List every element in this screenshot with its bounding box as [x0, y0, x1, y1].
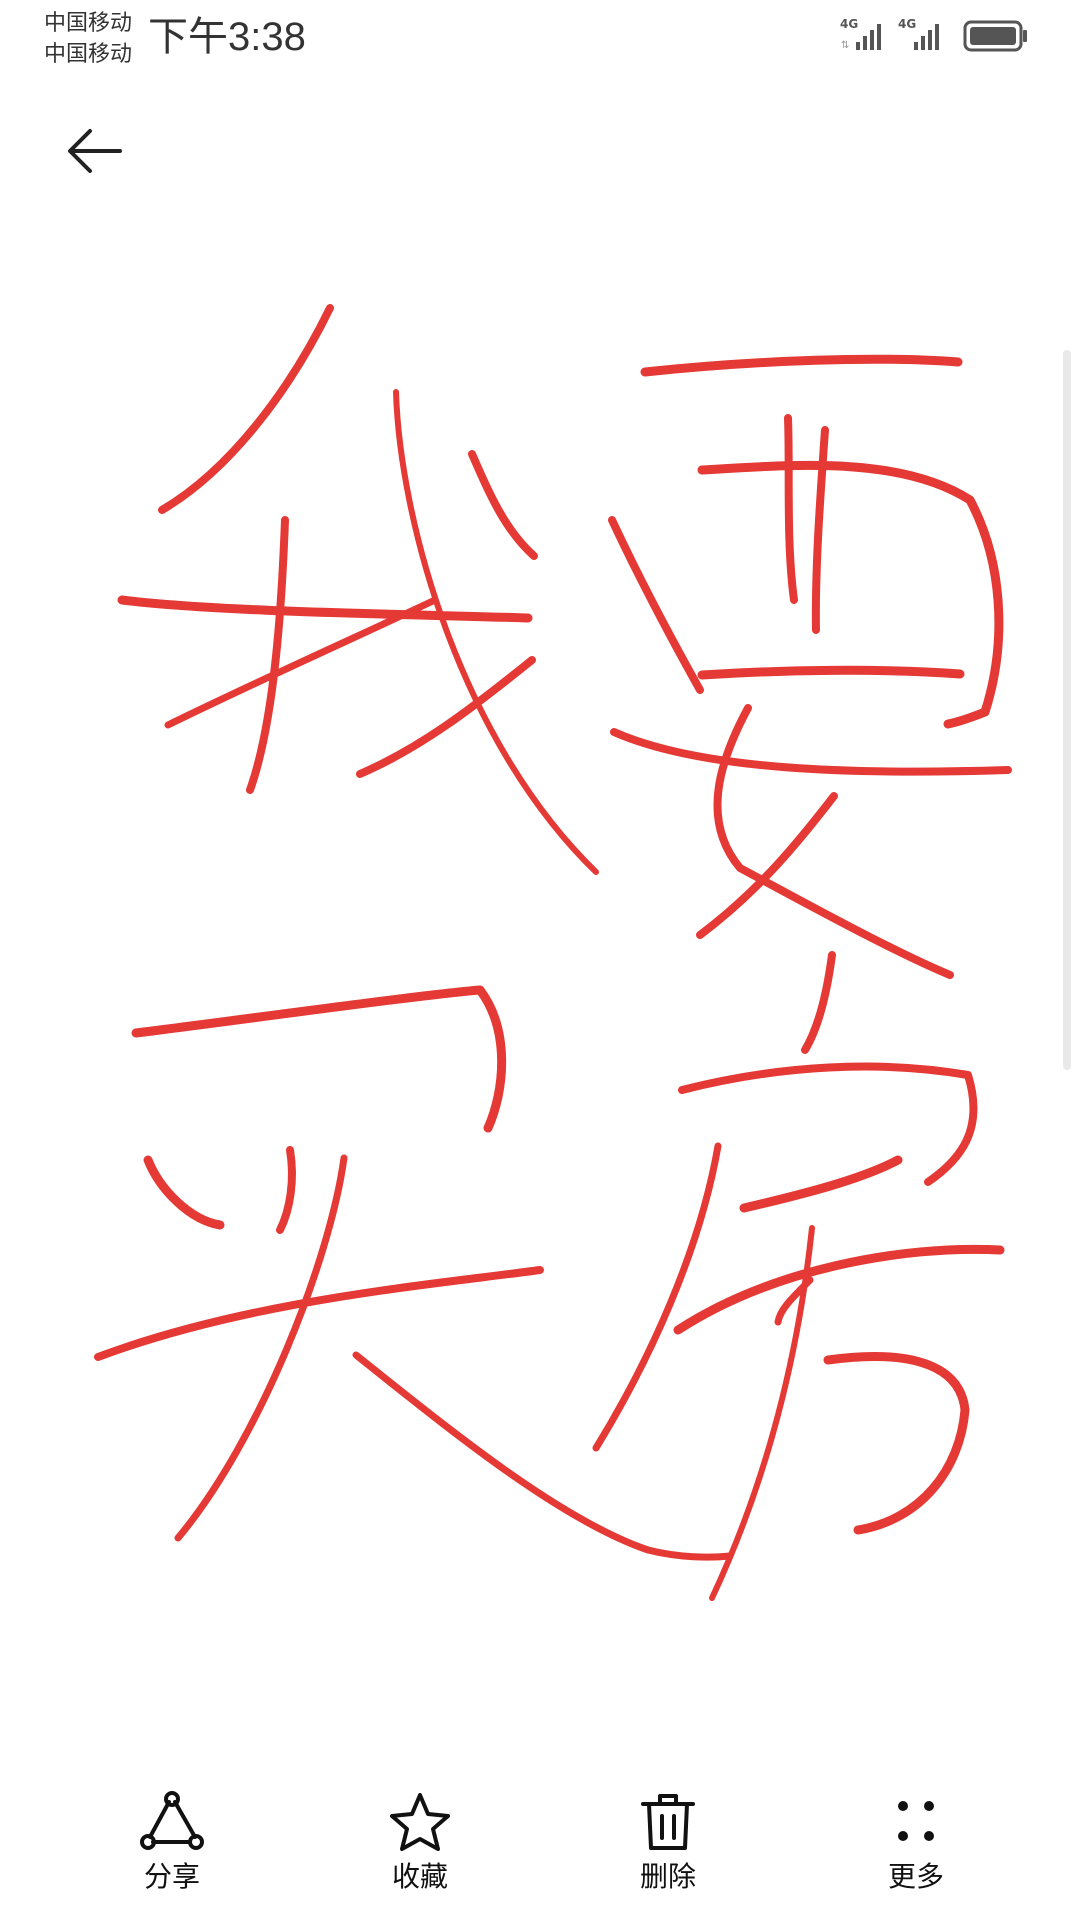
- handwritten-char-mai: [94, 985, 734, 1561]
- handwritten-char-wo: [117, 304, 599, 875]
- back-arrow-icon: [68, 129, 122, 173]
- back-button[interactable]: [60, 115, 160, 195]
- more-label: 更多: [887, 1860, 944, 1893]
- trash-icon: [641, 1794, 695, 1850]
- favorite-button[interactable]: 收藏: [350, 1790, 490, 1910]
- clock: 下午3:38: [148, 15, 306, 59]
- network-type-2: 4G: [898, 17, 916, 31]
- status-bar: 中国移动 中国移动 下午3:38 4G ⇅ 4G: [0, 0, 1080, 80]
- more-button[interactable]: 更多: [846, 1790, 986, 1910]
- carrier-info: 中国移动 中国移动: [44, 8, 132, 70]
- share-label: 分享: [143, 1860, 200, 1893]
- signal-icon-1: 4G ⇅: [840, 17, 881, 51]
- handwritten-char-yao: [608, 354, 1012, 979]
- bottom-toolbar: 分享 收藏 删除 更多: [0, 1770, 1080, 1920]
- carrier-name-1: 中国移动: [44, 11, 133, 36]
- star-icon: [390, 1793, 450, 1851]
- battery-icon: [963, 20, 1027, 52]
- more-dots-icon: [898, 1801, 934, 1841]
- network-type-1: 4G: [840, 17, 858, 31]
- signal-icon-2: 4G: [898, 17, 939, 50]
- handwriting-canvas[interactable]: [0, 230, 1080, 1680]
- handwritten-char-fang: [592, 951, 1005, 1601]
- status-icons: 4G ⇅ 4G: [840, 17, 1027, 52]
- carrier-name-2: 中国移动: [44, 42, 133, 67]
- share-icon: [140, 1791, 204, 1850]
- share-button[interactable]: 分享: [102, 1790, 242, 1910]
- svg-text:⇅: ⇅: [841, 40, 849, 51]
- handwriting-strokes: [94, 304, 1012, 1601]
- scrollbar[interactable]: [1063, 350, 1071, 1070]
- favorite-label: 收藏: [391, 1860, 448, 1893]
- delete-label: 删除: [639, 1860, 696, 1893]
- delete-button[interactable]: 删除: [598, 1790, 738, 1910]
